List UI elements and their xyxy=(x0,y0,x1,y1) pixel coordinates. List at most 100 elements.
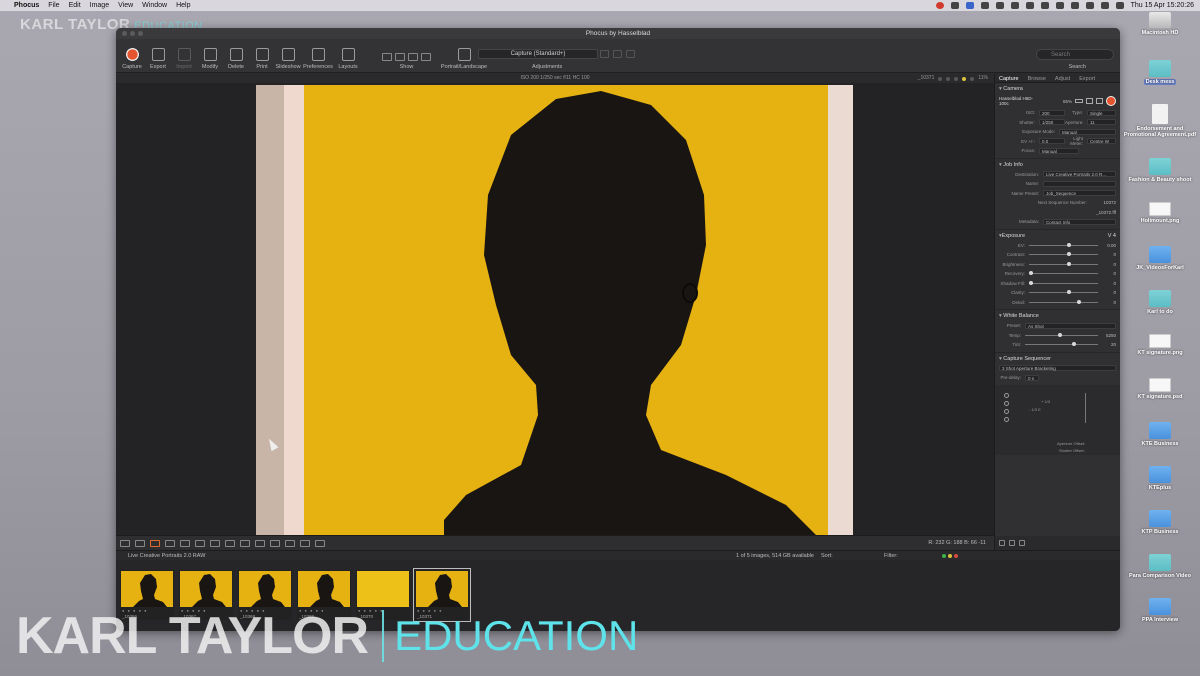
clock[interactable]: Thu 15 Apr 15:20:26 xyxy=(1131,2,1194,9)
preset-copy-icon[interactable] xyxy=(613,50,622,58)
exposure-slider[interactable] xyxy=(1029,261,1098,266)
exposure-slider[interactable] xyxy=(1029,271,1098,276)
job-info-header[interactable]: Job Info xyxy=(999,161,1116,170)
tab-adjust[interactable]: Adjust xyxy=(1055,75,1070,82)
slider-knob[interactable] xyxy=(1066,252,1071,257)
close-window-button[interactable] xyxy=(122,31,127,36)
next-sequence-field[interactable]: 10372 xyxy=(1103,200,1116,205)
sequence-step-icon[interactable] xyxy=(1004,408,1009,414)
status-icon[interactable] xyxy=(950,2,959,9)
slider-knob[interactable] xyxy=(1029,280,1033,285)
rating-dot[interactable] xyxy=(946,76,951,81)
filter-green-icon[interactable] xyxy=(942,554,946,558)
tab-export[interactable]: Export xyxy=(1079,75,1095,82)
status-icon[interactable] xyxy=(995,2,1004,9)
desktop-item[interactable]: KT signature.psd xyxy=(1120,378,1200,400)
metadata-select[interactable]: Contact Info xyxy=(1043,218,1116,225)
ev-field[interactable]: 0.0 xyxy=(1039,138,1065,145)
rating-dot[interactable] xyxy=(954,76,959,81)
status-icon[interactable] xyxy=(965,2,974,9)
zoom-window-button[interactable] xyxy=(138,31,143,36)
status-icon[interactable] xyxy=(1025,2,1034,9)
desktop-item[interactable]: Macintosh HD xyxy=(1120,12,1200,36)
slideshow-button[interactable]: Slideshow xyxy=(275,48,301,70)
sequence-step-icon[interactable] xyxy=(1004,392,1009,398)
exposure-mode-select[interactable]: Manual xyxy=(1059,128,1116,135)
grid-icon[interactable] xyxy=(270,539,280,547)
exposure-row-value[interactable]: 0 xyxy=(1102,271,1116,276)
live-view-icon[interactable] xyxy=(1086,98,1093,104)
exposure-slider[interactable] xyxy=(1029,299,1098,304)
exposure-slider[interactable] xyxy=(1029,290,1098,295)
status-icon[interactable] xyxy=(980,2,989,9)
eyedropper-icon[interactable] xyxy=(180,539,190,547)
tab-capture[interactable]: Capture xyxy=(999,75,1019,82)
name-preset-select[interactable]: Job_Sequence xyxy=(1043,190,1116,197)
rating-dot[interactable] xyxy=(970,76,975,81)
wifi-icon[interactable] xyxy=(1085,2,1094,9)
focus-select[interactable]: Manual xyxy=(1039,147,1079,154)
adjustments-preset-select[interactable]: Capture (Standard+) xyxy=(478,49,598,59)
tab-browse[interactable]: Browse xyxy=(1028,75,1046,82)
slider-knob[interactable] xyxy=(1057,332,1062,337)
delete-button[interactable]: Delete xyxy=(226,48,246,70)
repeat-icon[interactable] xyxy=(1019,540,1025,546)
status-icon[interactable] xyxy=(1010,2,1019,9)
slider-knob[interactable] xyxy=(1077,299,1082,304)
temp-slider[interactable] xyxy=(1025,332,1098,337)
filter-yellow-icon[interactable] xyxy=(948,554,952,558)
iso-field[interactable]: 200 xyxy=(1039,109,1065,116)
preset-add-icon[interactable] xyxy=(600,50,609,58)
desktop-item[interactable]: Holimount.png xyxy=(1120,202,1200,224)
tools-icon[interactable] xyxy=(1096,98,1103,104)
exposure-row-value[interactable]: 0 xyxy=(1102,290,1116,295)
overlay-icon[interactable] xyxy=(285,539,295,547)
preferences-button[interactable]: Preferences xyxy=(303,48,333,70)
sequence-step-icon[interactable] xyxy=(1004,416,1009,422)
desktop-item[interactable]: Endorsement and Promotional Agreement.pd… xyxy=(1120,104,1200,138)
dual-view-icon[interactable] xyxy=(135,539,145,547)
slider-knob[interactable] xyxy=(1029,271,1033,276)
show-grid-icon[interactable] xyxy=(408,53,418,61)
show-thumbs-icon[interactable] xyxy=(395,53,405,61)
sequence-timeline[interactable]: + 1/3 - 1/3 E Aperture Offset: Shutter O… xyxy=(995,384,1120,455)
desktop-item[interactable]: KTP Business xyxy=(1120,510,1200,535)
light-meter-select[interactable]: Centre W xyxy=(1087,138,1116,145)
desktop-item[interactable]: KTE Business xyxy=(1120,422,1200,447)
tint-slider[interactable] xyxy=(1025,342,1098,347)
exposure-slider[interactable] xyxy=(1029,280,1098,285)
menu-image[interactable]: Image xyxy=(90,2,109,9)
name-field[interactable] xyxy=(1043,180,1116,187)
exposure-slider[interactable] xyxy=(1029,252,1098,257)
sequence-step-icon[interactable] xyxy=(1004,400,1009,406)
desktop-item[interactable]: JK_VideosForKarl xyxy=(1120,246,1200,271)
single-view-icon[interactable] xyxy=(120,539,130,547)
exposure-row-value[interactable]: 0 xyxy=(1102,252,1116,257)
temp-value[interactable]: 5250 xyxy=(1102,333,1116,338)
sequence-mode-select[interactable]: 3 Shot Aperture Bracketing xyxy=(999,365,1116,372)
menu-app[interactable]: Phocus xyxy=(14,2,39,9)
destination-select[interactable]: Live Creative Portraits 2.0 R... xyxy=(1043,171,1116,178)
exposure-header[interactable]: Exposure xyxy=(1002,232,1025,241)
hand-icon[interactable] xyxy=(210,539,220,547)
search-input[interactable]: Search xyxy=(1036,49,1114,60)
tint-value[interactable]: 20 xyxy=(1102,342,1116,347)
capture-button[interactable]: Capture xyxy=(122,48,142,70)
rating-dot[interactable] xyxy=(938,76,943,81)
status-app-icon[interactable] xyxy=(935,2,944,9)
play-icon[interactable] xyxy=(1009,540,1015,546)
battery-icon[interactable] xyxy=(1070,2,1079,9)
menu-edit[interactable]: Edit xyxy=(69,2,81,9)
mask-icon[interactable] xyxy=(240,539,250,547)
menu-file[interactable]: File xyxy=(48,2,59,9)
filter-red-icon[interactable] xyxy=(954,554,958,558)
desktop-item[interactable]: Para Comparison Video xyxy=(1120,554,1200,579)
stop-icon[interactable] xyxy=(999,540,1005,546)
shutter-field[interactable]: 1/250 xyxy=(1039,119,1065,126)
desktop-item[interactable]: KTEplus xyxy=(1120,466,1200,491)
straighten-icon[interactable] xyxy=(165,539,175,547)
capture-sequencer-header[interactable]: Capture Sequencer xyxy=(999,355,1116,364)
prev-icon[interactable] xyxy=(300,539,310,547)
type-select[interactable]: Single xyxy=(1087,109,1116,116)
predelay-field[interactable]: 0 s xyxy=(1025,374,1039,381)
